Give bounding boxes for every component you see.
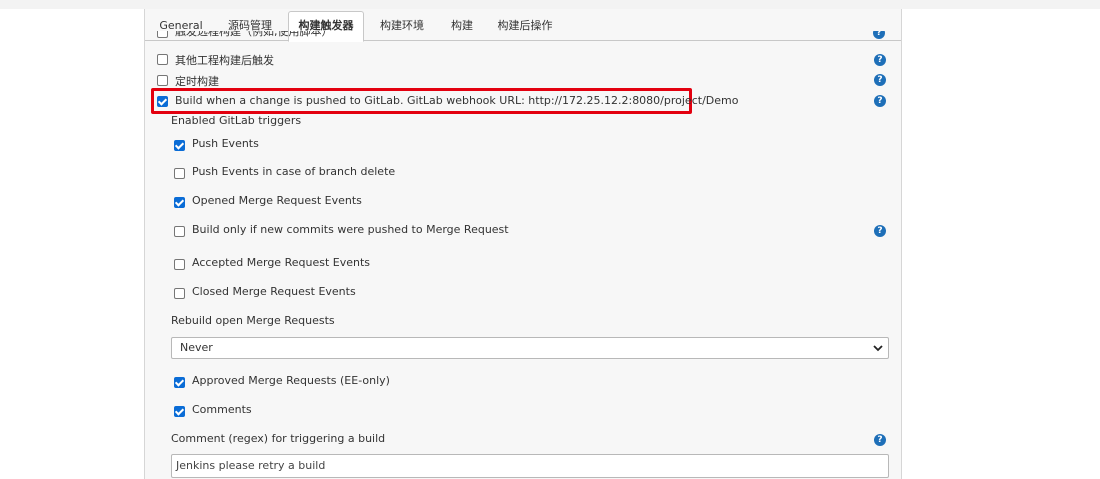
comment-regex-title: Comment (regex) for triggering a build <box>171 432 386 445</box>
rebuild-select[interactable]: Never <box>171 337 889 359</box>
remote-trigger-label: 触发远程构建（例如,使用脚本） <box>175 31 333 38</box>
clipped-row: 触发远程构建（例如,使用脚本） ? <box>145 31 885 41</box>
chevron-down-icon <box>873 345 883 352</box>
approved-mr-checkbox[interactable] <box>174 377 185 388</box>
opened-mr-checkbox[interactable] <box>174 197 185 208</box>
comments-label: Comments <box>192 403 252 416</box>
comment-regex-input[interactable]: Jenkins please retry a build <box>171 454 889 478</box>
other-project-trigger-checkbox[interactable] <box>157 54 168 65</box>
new-commits-mr-checkbox[interactable] <box>174 226 185 237</box>
rebuild-title: Rebuild open Merge Requests <box>171 314 335 327</box>
opened-mr-label: Opened Merge Request Events <box>192 194 362 207</box>
push-delete-checkbox[interactable] <box>174 168 185 179</box>
gitlab-trigger-checkbox[interactable] <box>157 96 168 107</box>
help-icon[interactable]: ? <box>873 31 885 39</box>
approved-mr-label: Approved Merge Requests (EE-only) <box>192 374 390 387</box>
scheduled-build-label: 定时构建 <box>175 75 219 88</box>
remote-trigger-checkbox[interactable] <box>157 31 168 38</box>
gitlab-trigger-label: Build when a change is pushed to GitLab.… <box>175 94 739 107</box>
accepted-mr-checkbox[interactable] <box>174 259 185 270</box>
scheduled-build-checkbox[interactable] <box>157 75 168 86</box>
gitlab-triggers-title: Enabled GitLab triggers <box>171 114 302 127</box>
help-icon[interactable]: ? <box>874 225 886 237</box>
closed-mr-checkbox[interactable] <box>174 288 185 299</box>
help-icon[interactable]: ? <box>874 54 886 66</box>
push-delete-label: Push Events in case of branch delete <box>192 165 396 178</box>
help-icon[interactable]: ? <box>874 95 886 107</box>
push-events-label: Push Events <box>192 137 259 150</box>
closed-mr-label: Closed Merge Request Events <box>192 285 356 298</box>
help-icon[interactable]: ? <box>874 74 886 86</box>
push-events-checkbox[interactable] <box>174 140 185 151</box>
other-project-trigger-label: 其他工程构建后触发 <box>175 54 274 67</box>
rebuild-select-value: Never <box>180 341 213 354</box>
comments-checkbox[interactable] <box>174 406 185 417</box>
config-panel: General 源码管理 构建触发器 构建环境 构建 构建后操作 <box>144 9 902 479</box>
help-icon[interactable]: ? <box>874 434 886 446</box>
top-background-strip <box>0 0 1100 9</box>
accepted-mr-label: Accepted Merge Request Events <box>192 256 370 269</box>
new-commits-mr-label: Build only if new commits were pushed to… <box>192 223 509 236</box>
